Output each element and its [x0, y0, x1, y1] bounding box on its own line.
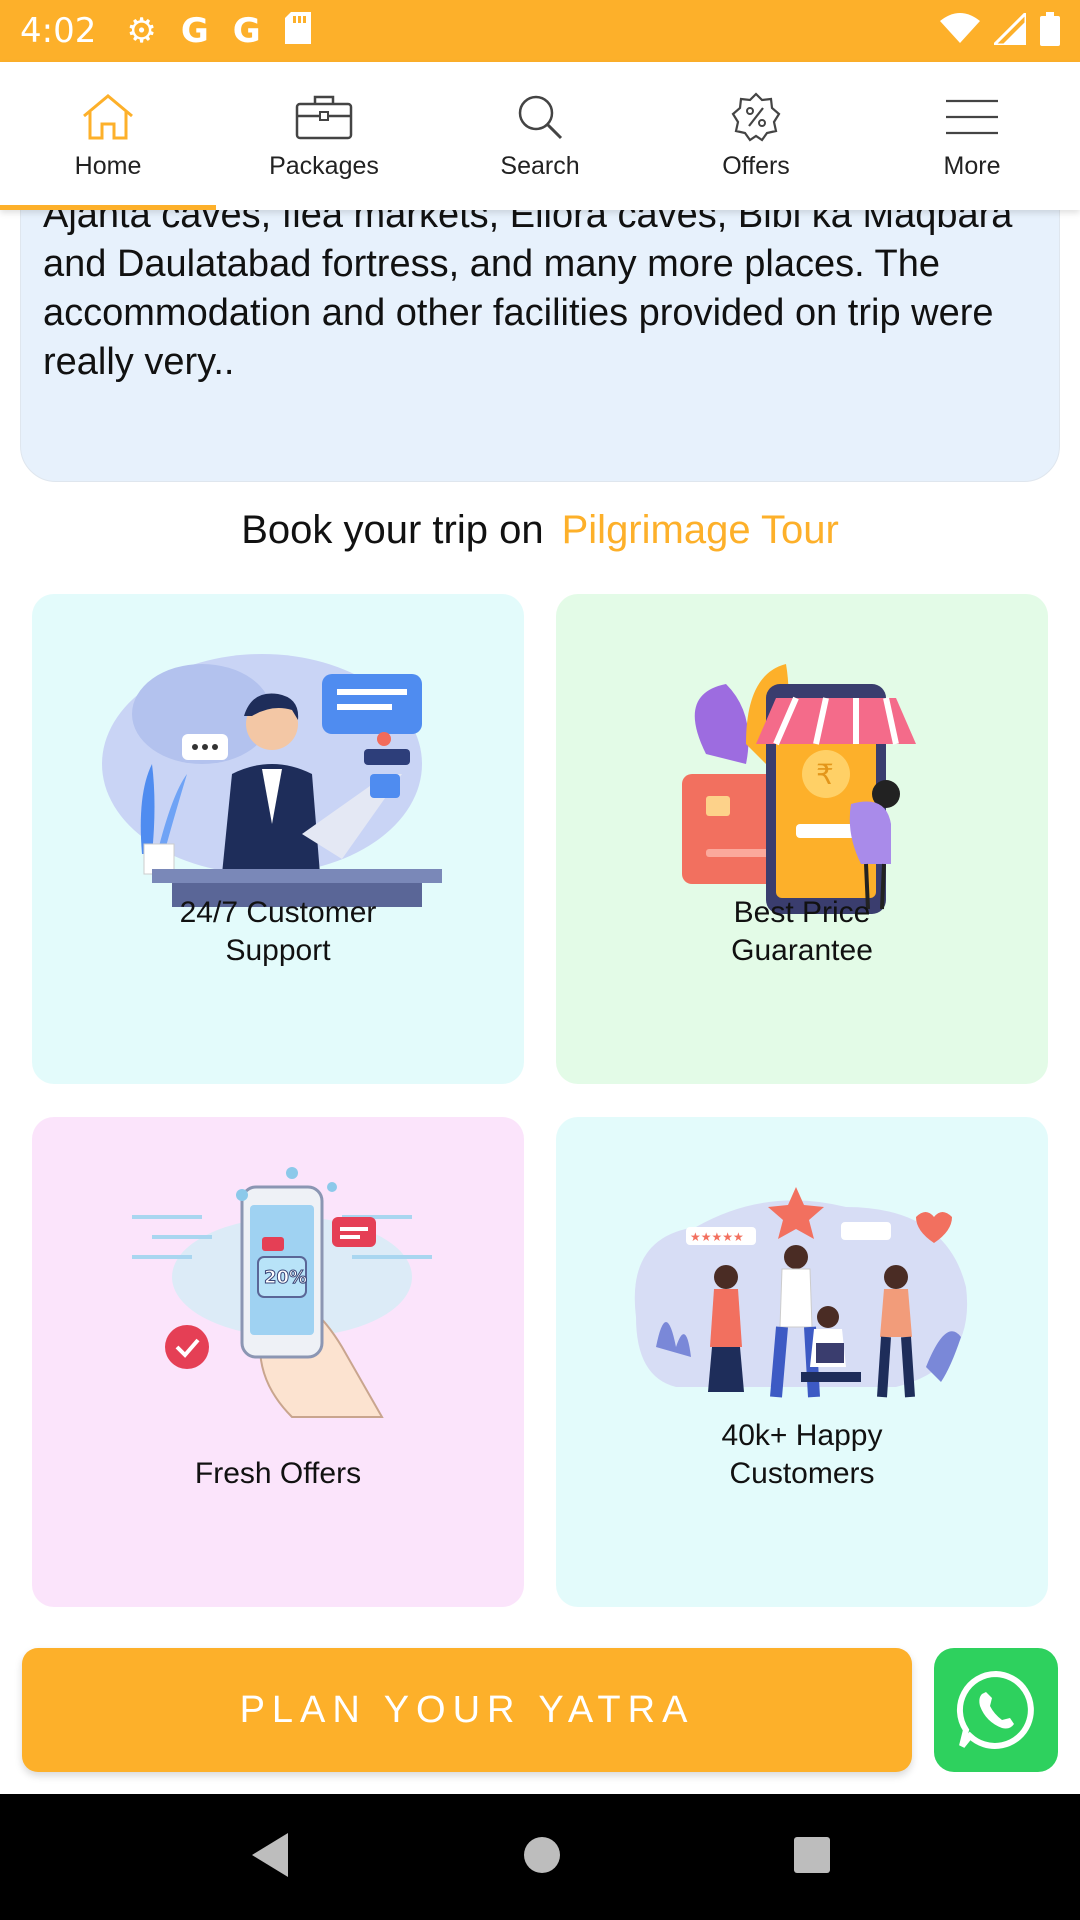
nav-packages[interactable]: Packages [216, 62, 432, 210]
wifi-icon [940, 12, 980, 50]
back-icon[interactable] [248, 1831, 292, 1884]
signal-icon [990, 8, 1028, 50]
briefcase-icon [294, 92, 354, 142]
google-icon: G [180, 11, 209, 51]
nav-packages-label: Packages [269, 152, 379, 180]
top-navigation: Home Packages Search Offers More [0, 62, 1080, 210]
feature-card-best-price[interactable]: ₹ Best Price Guarantee [556, 594, 1048, 1084]
system-navigation-bar [0, 1794, 1080, 1920]
feature-card-fresh-offers[interactable]: 20% Fresh Offers [32, 1117, 524, 1607]
feature-label-line1 [32, 1417, 524, 1455]
status-time: 4:02 [20, 11, 97, 51]
nav-offers[interactable]: Offers [648, 62, 864, 210]
svg-text:20%: 20% [264, 1267, 307, 1288]
google-icon: G [232, 11, 261, 51]
feature-label-line2: Customers [729, 1457, 875, 1490]
sd-card-icon [284, 12, 311, 50]
review-text: Ajanta caves, flea markets, Ellora caves… [43, 194, 1013, 383]
nav-offers-label: Offers [722, 152, 790, 180]
customer-support-illustration [102, 654, 442, 907]
svg-text:★★★★★: ★★★★★ [690, 1230, 744, 1244]
best-price-illustration: ₹ [682, 664, 916, 914]
recents-icon[interactable] [792, 1835, 832, 1880]
status-bar: 4:02 ⚙ G G [0, 0, 1080, 62]
feature-label-line2: Fresh Offers [194, 1457, 362, 1490]
feature-card-customer-support[interactable]: 24/7 Customer Support [32, 594, 524, 1084]
feature-label-line2: Support [225, 934, 331, 967]
feature-label-line1: 40k+ Happy [721, 1419, 883, 1452]
nav-home[interactable]: Home [0, 62, 216, 210]
feature-label-line2: Guarantee [731, 934, 873, 967]
plan-your-yatra-button[interactable]: PLAN YOUR YATRA [22, 1648, 912, 1772]
feature-label-line1: Best Price [733, 896, 871, 929]
book-heading-prefix: Book your trip on [241, 508, 544, 552]
book-heading-brand: Pilgrimage Tour [561, 508, 839, 552]
whatsapp-button[interactable] [934, 1648, 1058, 1772]
search-icon [510, 92, 570, 142]
svg-text:₹: ₹ [816, 758, 834, 791]
happy-customers-illustration: ★★★★★ [634, 1187, 968, 1398]
home-icon [78, 92, 138, 142]
feature-label-fresh-offers: Fresh Offers [32, 1417, 524, 1493]
nav-more[interactable]: More [864, 62, 1080, 210]
feature-card-happy-customers[interactable]: ★★★★★ 40k+ Happy Customers [556, 1117, 1048, 1607]
percent-badge-icon [726, 92, 786, 142]
gear-icon: ⚙ [126, 11, 157, 51]
feature-label-happy-customers: 40k+ Happy Customers [556, 1417, 1048, 1493]
feature-label-line1: 24/7 Customer [179, 896, 377, 929]
nav-search[interactable]: Search [432, 62, 648, 210]
nav-more-label: More [943, 152, 1001, 180]
fresh-offers-illustration: 20% [132, 1167, 432, 1418]
feature-label-best-price: Best Price Guarantee [556, 894, 1048, 970]
nav-search-label: Search [500, 152, 580, 180]
home-circle-icon[interactable] [522, 1835, 562, 1880]
nav-home-label: Home [74, 152, 142, 180]
battery-icon [1040, 11, 1060, 51]
book-heading: Book your trip on Pilgrimage Tour [0, 508, 1080, 553]
whatsapp-icon [956, 1670, 1034, 1749]
feature-label-customer-support: 24/7 Customer Support [32, 894, 524, 970]
menu-icon [942, 92, 1002, 142]
